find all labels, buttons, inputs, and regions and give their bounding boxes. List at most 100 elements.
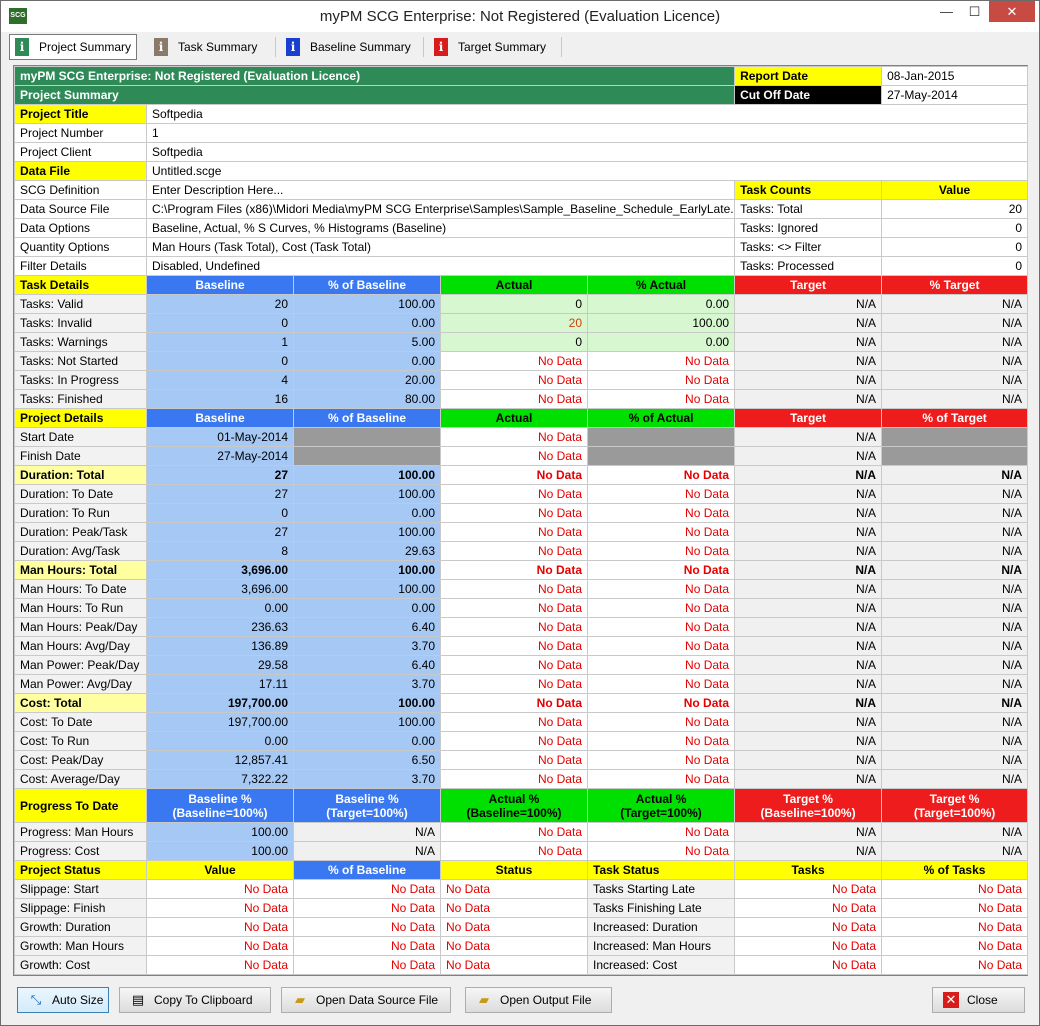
row-label: Man Power: Avg/Day (14, 674, 147, 694)
info-value: Softpedia (145, 104, 1029, 124)
empty-cell (293, 427, 441, 447)
column-header: Actual % (Baseline=100%) (440, 788, 588, 823)
minimize-button[interactable]: — (933, 1, 960, 22)
row-label: Man Hours: To Date (14, 579, 147, 599)
table-row: Data File Untitled.scge (14, 161, 1029, 181)
maximize-button[interactable]: ☐ (961, 1, 988, 22)
row-label: Progress: Cost (14, 841, 147, 861)
section-title: Project Summary (13, 85, 736, 105)
status-text: No Data (440, 936, 588, 956)
actual-pct: No Data (586, 636, 736, 656)
resize-icon: ⤡ (30, 992, 42, 1007)
actual-value: 0 (440, 294, 588, 314)
target-pct: N/A (881, 465, 1029, 485)
actual-pct: No Data (586, 522, 736, 542)
info-value: Enter Description Here... (145, 180, 736, 200)
target-value: N/A (734, 841, 883, 861)
task-count: No Data (734, 917, 883, 937)
info-label: Project Number (14, 123, 147, 143)
actual-value: No Data (440, 503, 588, 523)
tab-task-summary[interactable]: i Task Summary (149, 34, 274, 60)
tab-label: Project Summary (39, 40, 132, 54)
table-row: Progress: Cost 100.00 N/A No Data No Data N/A… (14, 841, 1029, 861)
actual-pct: No Data (586, 598, 736, 618)
row-label: Man Hours: Peak/Day (14, 617, 147, 637)
table-row: Filter Details Disabled, Undefined Tasks: … (14, 256, 1029, 276)
copy-to-clipboard-button[interactable]: ▤ Copy To Clipboard (119, 987, 271, 1013)
close-window-button[interactable]: ✕ (989, 1, 1035, 22)
table-row: Cost: To Date 197,700.00 100.00 No Data No D… (14, 712, 1029, 732)
target-pct: N/A (881, 655, 1029, 675)
target-value: N/A (734, 579, 883, 599)
task-pct: No Data (881, 898, 1029, 918)
baseline-pct: 3.70 (293, 769, 441, 789)
column-header: Target (734, 275, 883, 295)
tab-label: Baseline Summary (310, 40, 411, 54)
table-row: Slippage: Start No Data No Data No Data Task… (14, 879, 1029, 899)
table-row: Data Options Baseline, Actual, % S Curves… (14, 218, 1029, 238)
auto-size-label: Auto Size (52, 993, 104, 1007)
actual-value: No Data (440, 351, 588, 371)
baseline-value: 100.00 (146, 841, 294, 861)
baseline-value: 27 (146, 484, 294, 504)
table-row: Tasks: In Progress 4 20.00 No Data No Data N/… (14, 370, 1029, 390)
header-line: (Baseline=100%) (466, 805, 562, 820)
target-value: N/A (734, 484, 883, 504)
task-pct: No Data (881, 936, 1029, 956)
tab-label: Task Summary (178, 40, 258, 54)
actual-value: No Data (440, 769, 588, 789)
table-row: Finish Date 27-May-2014 No Data N/A (14, 446, 1029, 466)
empty-cell (881, 446, 1029, 466)
clipboard-icon: ▤ (131, 992, 145, 1007)
actual-value: No Data (440, 617, 588, 637)
baseline-value: 7,322.22 (146, 769, 294, 789)
table-row: Project Details Baseline% of Baseline Actu… (14, 408, 1029, 428)
task-count: No Data (734, 955, 883, 975)
table-row: Duration: To Run 0 0.00 No Data No Data N/A N/… (14, 503, 1029, 523)
target-pct: N/A (881, 503, 1029, 523)
actual-value: No Data (440, 822, 588, 842)
table-row: Growth: Cost No Data No Data No Data Increas… (14, 955, 1029, 975)
summary-grid[interactable]: myPM SCG Enterprise: Not Registered (Eva… (13, 65, 1029, 976)
header-line: Baseline % (188, 791, 252, 806)
baseline-value: 20 (146, 294, 294, 314)
info-icon: i (434, 38, 448, 56)
table-row: Growth: Man Hours No Data No Data No Data In… (14, 936, 1029, 956)
row-label: Tasks: Warnings (14, 332, 147, 352)
info-label: Project Title (14, 104, 147, 124)
column-header: Baseline (146, 408, 294, 428)
task-counts-header: Task Counts (734, 180, 883, 200)
task-count: No Data (734, 879, 883, 899)
target-value: N/A (734, 332, 883, 352)
status-value: No Data (146, 917, 294, 937)
close-button[interactable]: ✕ Close (932, 987, 1025, 1013)
open-data-label: Open Data Source File (316, 993, 439, 1007)
actual-value: 20 (440, 313, 588, 333)
tab-baseline-summary[interactable]: i Baseline Summary (281, 34, 421, 60)
baseline-pct: 6.50 (293, 750, 441, 770)
target-target-value: N/A (881, 841, 1029, 861)
info-label: Project Client (14, 142, 147, 162)
actual-value: No Data (440, 446, 588, 466)
tab-target-summary[interactable]: i Target Summary (429, 34, 559, 60)
actual-pct: No Data (586, 579, 736, 599)
open-output-file-button[interactable]: ▰ Open Output File (465, 987, 612, 1013)
empty-cell (586, 427, 736, 447)
tab-project-summary[interactable]: i Project Summary (9, 34, 137, 60)
table-row: myPM SCG Enterprise: Not Registered (Eva… (13, 66, 1029, 86)
baseline-pct: 6.40 (293, 655, 441, 675)
target-value: N/A (734, 636, 883, 656)
baseline-value: 01-May-2014 (146, 427, 294, 447)
table-row: Tasks: Valid 20 100.00 0 0.00 N/A N/A (14, 294, 1029, 314)
open-data-source-button[interactable]: ▰ Open Data Source File (281, 987, 451, 1013)
row-label: Tasks: Not Started (14, 351, 147, 371)
table-row: Quantity Options Man Hours (Task Total), … (14, 237, 1029, 257)
copy-label: Copy To Clipboard (154, 993, 253, 1007)
table-row: Man Hours: Avg/Day 136.89 3.70 No Data No Da… (14, 636, 1029, 656)
baseline-value: 0 (146, 313, 294, 333)
actual-value: No Data (440, 560, 588, 580)
target-pct: N/A (881, 294, 1029, 314)
baseline-pct: 29.63 (293, 541, 441, 561)
actual-pct: No Data (586, 484, 736, 504)
auto-size-button[interactable]: ⤡ Auto Size (17, 987, 109, 1013)
